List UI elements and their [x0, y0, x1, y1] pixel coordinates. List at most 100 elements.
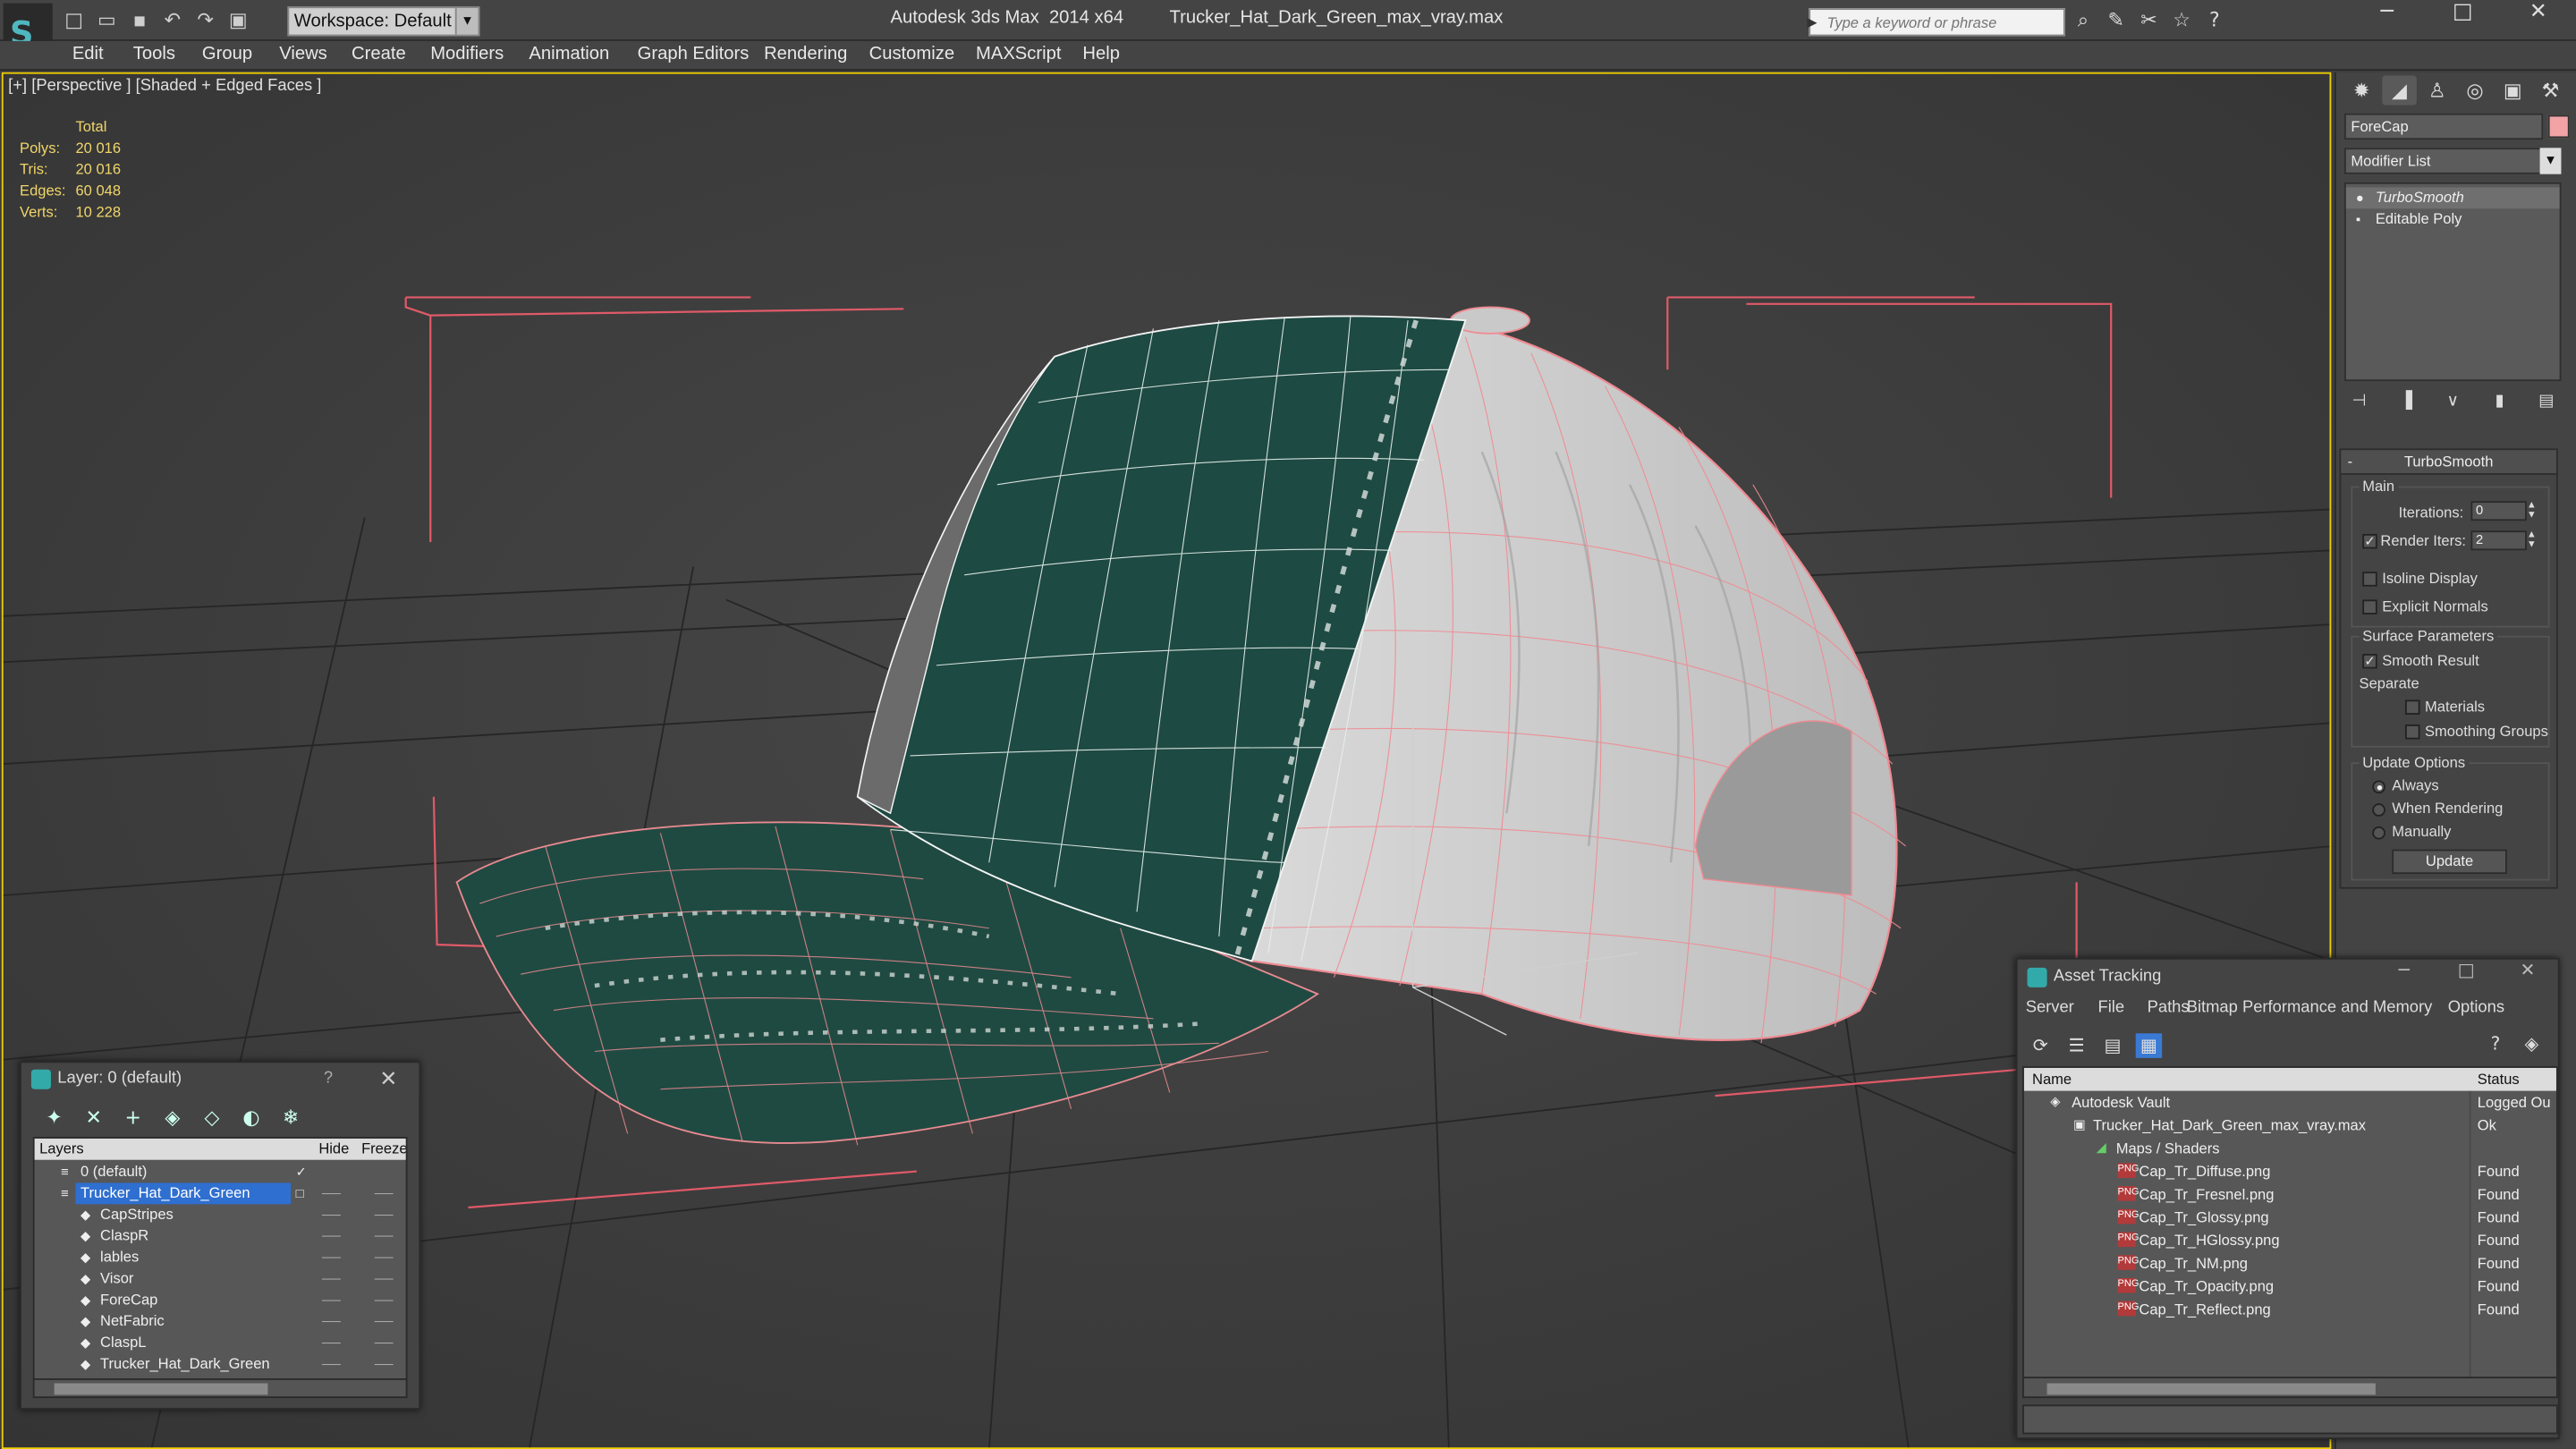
freeze-toggle-icon[interactable]: ──	[375, 1268, 394, 1290]
close-icon[interactable]: ✕	[2521, 960, 2536, 981]
col-layers[interactable]: Layers	[39, 1139, 84, 1160]
col-status[interactable]: Status	[2478, 1068, 2520, 1091]
hide-toggle-icon[interactable]: ──	[322, 1225, 341, 1247]
layer-window-titlebar[interactable]: Layer: 0 (default) ? ✕	[21, 1063, 419, 1097]
rollout-header[interactable]: - TurboSmooth	[2341, 450, 2556, 475]
freeze-toggle-icon[interactable]: ──	[375, 1225, 394, 1247]
table-row[interactable]: PNG Cap_Tr_NM.png Found	[2024, 1252, 2556, 1275]
freeze-toggle-icon[interactable]: ──	[375, 1204, 394, 1225]
hide-toggle-icon[interactable]: ──	[322, 1182, 341, 1204]
asset-path-field[interactable]	[2022, 1404, 2558, 1435]
hide-all-icon[interactable]: ◐	[238, 1104, 264, 1130]
asset-menu-server[interactable]: Server	[2026, 999, 2074, 1017]
workspace-dropdown[interactable]: Workspace: Default ▼	[287, 6, 480, 37]
maximize-icon[interactable]: □	[2425, 0, 2500, 39]
new-layer-icon[interactable]: ✦	[41, 1104, 67, 1130]
asset-menu-file[interactable]: File	[2098, 999, 2125, 1017]
hide-toggle-icon[interactable]: ──	[322, 1333, 341, 1354]
hide-toggle-icon[interactable]: ──	[322, 1311, 341, 1333]
freeze-toggle-icon[interactable]: ──	[375, 1247, 394, 1268]
hierarchy-tab-icon[interactable]: ♙	[2420, 75, 2455, 105]
asset-window-titlebar[interactable]: Asset Tracking ─ □ ✕	[2018, 960, 2562, 996]
col-name[interactable]: Name	[2032, 1068, 2072, 1091]
menu-create[interactable]: Create	[352, 45, 406, 64]
table-row[interactable]: ▣ Trucker_Hat_Dark_Green_max_vray.max Ok	[2024, 1114, 2556, 1137]
menu-customize[interactable]: Customize	[869, 45, 954, 64]
freeze-all-icon[interactable]: ❄	[277, 1104, 303, 1130]
table-row[interactable]: ◆ NetFabric ── ──	[35, 1311, 406, 1333]
manually-radio[interactable]	[2372, 826, 2385, 840]
table-row[interactable]: ◢ Maps / Shaders	[2024, 1137, 2556, 1160]
hide-toggle-icon[interactable]: ──	[322, 1290, 341, 1311]
asset-menu-options[interactable]: Options	[2448, 999, 2504, 1017]
subscription-icon[interactable]: ✎	[2103, 6, 2129, 34]
help-icon[interactable]: ?	[324, 1063, 333, 1096]
expand-arrow-icon[interactable]: ▶	[1807, 10, 1823, 35]
display-tab-icon[interactable]: ▣	[2496, 75, 2530, 105]
menu-modifiers[interactable]: Modifiers	[430, 45, 504, 64]
maximize-icon[interactable]: □	[2458, 960, 2475, 981]
refresh-icon[interactable]: ⟳	[2028, 1033, 2054, 1058]
menu-maxscript[interactable]: MAXScript	[976, 45, 1061, 64]
table-row[interactable]: PNG Cap_Tr_Opacity.png Found	[2024, 1275, 2556, 1298]
asset-horizontal-scrollbar[interactable]	[2022, 1377, 2558, 1399]
menu-rendering[interactable]: Rendering	[764, 45, 847, 64]
show-end-result-icon[interactable]: ▐	[2393, 393, 2419, 416]
render-iters-spinner[interactable]: 2 ▲ ▼	[2470, 530, 2537, 551]
remove-modifier-icon[interactable]: ▮	[2487, 393, 2512, 416]
communication-icon[interactable]: ✂	[2136, 6, 2162, 34]
freeze-toggle-icon[interactable]: ──	[375, 1311, 394, 1333]
table-row[interactable]: ◆ ClaspL ── ──	[35, 1333, 406, 1354]
motion-tab-icon[interactable]: ◎	[2458, 75, 2493, 105]
table-row[interactable]: ◆ CapStripes ── ──	[35, 1204, 406, 1225]
create-tab-icon[interactable]: ✹	[2344, 75, 2379, 105]
hide-toggle-icon[interactable]: ──	[322, 1353, 341, 1375]
materials-checkbox[interactable]	[2404, 699, 2420, 715]
menu-animation[interactable]: Animation	[529, 45, 609, 64]
table-row[interactable]: ≡ Trucker_Hat_Dark_Green □ ── ──	[35, 1182, 406, 1205]
always-radio[interactable]	[2372, 780, 2385, 794]
undo-icon[interactable]: ↶	[157, 5, 187, 35]
add-to-layer-icon[interactable]: +	[120, 1104, 146, 1130]
table-row[interactable]: PNG Cap_Tr_Reflect.png Found	[2024, 1298, 2556, 1321]
scrollbar-thumb[interactable]	[2046, 1383, 2376, 1395]
table-row[interactable]: ◆ Visor ── ──	[35, 1268, 406, 1290]
modifier-list-dropdown[interactable]: Modifier List ▼	[2344, 148, 2562, 174]
freeze-toggle-icon[interactable]: ──	[375, 1333, 394, 1354]
pin-stack-icon[interactable]: ⊣	[2346, 393, 2372, 416]
save-icon[interactable]: ▪	[125, 5, 155, 35]
iterations-spinner[interactable]: 0 ▲ ▼	[2470, 501, 2537, 521]
object-color-swatch[interactable]	[2547, 114, 2570, 139]
hide-toggle-icon[interactable]: ──	[322, 1204, 341, 1225]
utilities-tab-icon[interactable]: ⚒	[2533, 75, 2568, 105]
asset-menu-paths[interactable]: Paths	[2148, 999, 2190, 1017]
table-row[interactable]: ◆ ForeCap ── ──	[35, 1290, 406, 1311]
when-rendering-radio[interactable]	[2372, 803, 2385, 817]
menu-tools[interactable]: Tools	[133, 45, 175, 64]
highlight-layer-icon[interactable]: ◇	[199, 1104, 225, 1130]
smooth-result-checkbox[interactable]: ✓	[2362, 654, 2377, 669]
menu-group[interactable]: Group	[202, 45, 252, 64]
minimize-icon[interactable]: ─	[2350, 0, 2425, 39]
layer-horizontal-scrollbar[interactable]	[32, 1378, 408, 1399]
explicit-normals-checkbox[interactable]	[2362, 599, 2377, 614]
help-icon[interactable]: ?	[2201, 6, 2227, 34]
menu-graph-editors[interactable]: Graph Editors	[638, 45, 750, 64]
lightbulb-icon[interactable]: ●	[2356, 187, 2364, 208]
close-icon[interactable]: ✕	[379, 1063, 397, 1096]
favorites-star-icon[interactable]: ☆	[2168, 6, 2194, 34]
make-unique-icon[interactable]: ∨	[2440, 393, 2466, 416]
binoculars-icon[interactable]: ⌕	[2070, 6, 2096, 34]
spinner-arrows-icon[interactable]: ▲ ▼	[2527, 530, 2538, 550]
smoothing-groups-checkbox[interactable]	[2404, 724, 2420, 740]
menu-views[interactable]: Views	[279, 45, 327, 64]
redo-icon[interactable]: ↷	[191, 5, 220, 35]
vault-icon[interactable]: ◈	[2519, 1033, 2545, 1058]
active-layer-box-icon[interactable]: □	[296, 1182, 304, 1204]
close-icon[interactable]: ✕	[2501, 0, 2576, 39]
freeze-toggle-icon[interactable]: ──	[375, 1290, 394, 1311]
table-row[interactable]: PNG Cap_Tr_HGlossy.png Found	[2024, 1229, 2556, 1252]
detail-view-icon[interactable]: ▤	[2099, 1033, 2125, 1058]
asset-menu-bitmap-performance[interactable]: Bitmap Performance and Memory	[2187, 999, 2433, 1017]
table-row[interactable]: ◆ lables ── ──	[35, 1247, 406, 1268]
